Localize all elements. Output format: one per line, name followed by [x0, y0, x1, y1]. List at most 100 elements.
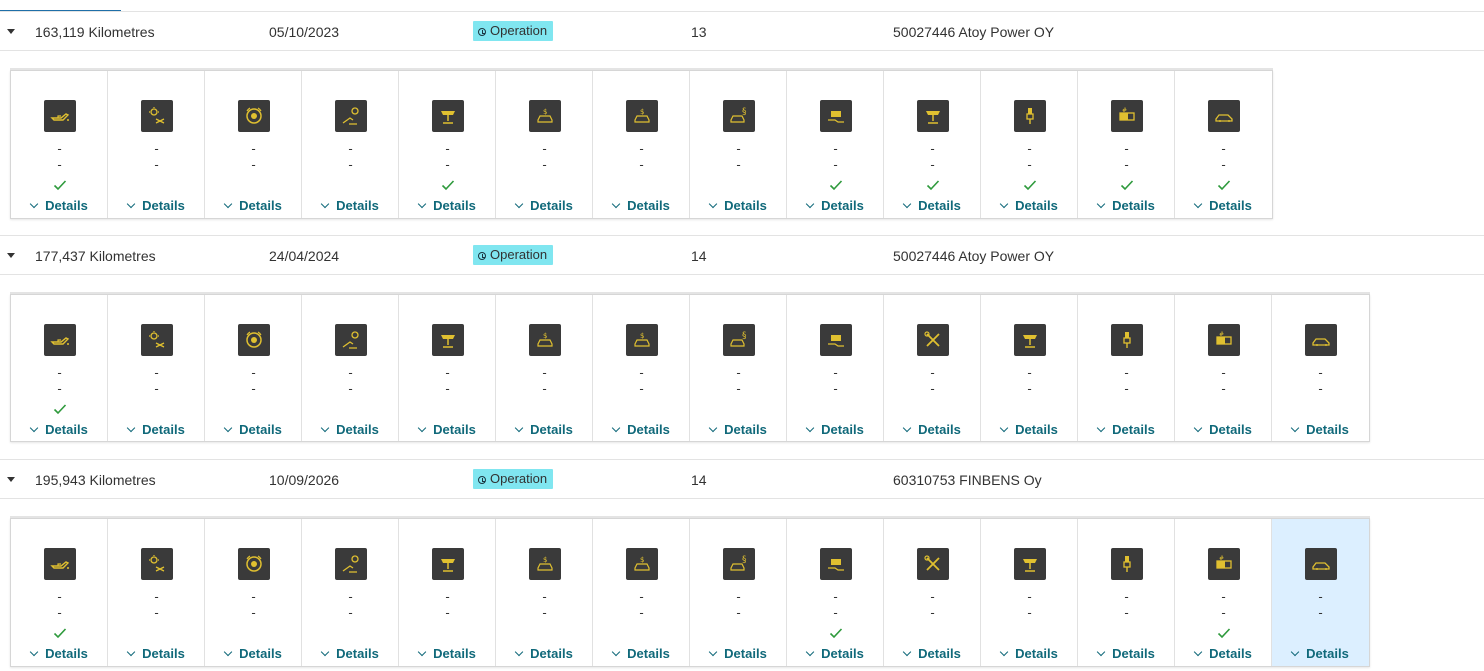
service-item-tile[interactable]: - - Details: [205, 71, 302, 218]
service-item-tile[interactable]: - - Details: [787, 71, 884, 218]
details-toggle[interactable]: Details: [690, 198, 787, 214]
details-toggle[interactable]: Details: [593, 198, 690, 214]
service-item-tile[interactable]: - - Details: [884, 519, 981, 666]
details-toggle[interactable]: Details: [302, 646, 399, 662]
service-item-tile[interactable]: $ - - Details: [593, 295, 690, 441]
collapse-caret-icon[interactable]: [7, 253, 15, 258]
details-toggle[interactable]: Details: [108, 422, 205, 438]
service-item-tile[interactable]: $ - - Details: [593, 71, 690, 218]
details-toggle[interactable]: Details: [496, 198, 593, 214]
details-toggle[interactable]: Details: [981, 198, 1078, 214]
details-label: Details: [1015, 646, 1058, 661]
service-item-tile[interactable]: - - Details: [399, 519, 496, 666]
details-toggle[interactable]: Details: [1078, 198, 1175, 214]
details-toggle[interactable]: Details: [690, 422, 787, 438]
details-toggle[interactable]: Details: [205, 198, 302, 214]
details-toggle[interactable]: Details: [1078, 646, 1175, 662]
details-toggle[interactable]: Details: [108, 646, 205, 662]
service-item-tile[interactable]: - - Details: [108, 295, 205, 441]
item-value-line-2: -: [930, 157, 935, 172]
details-toggle[interactable]: Details: [787, 646, 884, 662]
service-item-tile[interactable]: § - - Details: [690, 295, 787, 441]
service-item-tile[interactable]: - - Details: [11, 519, 108, 666]
service-item-tile[interactable]: $ - - Details: [496, 519, 593, 666]
details-toggle[interactable]: Details: [11, 646, 108, 662]
service-item-tile[interactable]: - - Details: [1175, 71, 1272, 218]
details-toggle[interactable]: Details: [1078, 422, 1175, 438]
service-item-tile[interactable]: - - Details: [981, 295, 1078, 441]
service-item-tile[interactable]: - - Details: [205, 519, 302, 666]
details-toggle[interactable]: Details: [399, 646, 496, 662]
details-toggle[interactable]: Details: [884, 646, 981, 662]
service-item-tile[interactable]: § - - Details: [690, 71, 787, 218]
vehicle-lift-icon: [917, 100, 949, 132]
details-toggle[interactable]: Details: [593, 646, 690, 662]
service-item-tile[interactable]: - - Details: [11, 71, 108, 218]
service-entry-row[interactable]: 163,119 Kilometres 05/10/2023 Operation 13 5…: [0, 11, 1484, 51]
details-toggle[interactable]: Details: [593, 422, 690, 438]
item-value-line-1: -: [57, 589, 62, 604]
service-item-tile[interactable]: - - Details: [981, 519, 1078, 666]
details-toggle[interactable]: Details: [108, 198, 205, 214]
service-item-tile[interactable]: $ - - Details: [496, 71, 593, 218]
details-toggle[interactable]: Details: [496, 646, 593, 662]
service-item-tile[interactable]: - - Details: [787, 519, 884, 666]
service-item-tile[interactable]: $ - - Details: [593, 519, 690, 666]
service-item-tile[interactable]: - - Details: [1272, 519, 1369, 666]
details-toggle[interactable]: Details: [205, 646, 302, 662]
service-item-tile[interactable]: § - - Details: [690, 519, 787, 666]
collapse-caret-icon[interactable]: [7, 477, 15, 482]
service-item-tile[interactable]: - - Details: [302, 295, 399, 441]
details-toggle[interactable]: Details: [1175, 198, 1272, 214]
service-item-tile[interactable]: - - Details: [1272, 295, 1369, 441]
details-toggle[interactable]: Details: [787, 198, 884, 214]
service-item-tile[interactable]: - - Details: [884, 295, 981, 441]
service-item-tile[interactable]: - - Details: [1078, 295, 1175, 441]
service-item-tile[interactable]: # - - Details: [1175, 295, 1272, 441]
details-toggle[interactable]: Details: [884, 198, 981, 214]
service-item-tile[interactable]: - - Details: [108, 519, 205, 666]
details-toggle[interactable]: Details: [981, 422, 1078, 438]
service-item-tile[interactable]: - - Details: [11, 295, 108, 441]
details-toggle[interactable]: Details: [787, 422, 884, 438]
item-value-line-2: -: [348, 157, 353, 172]
details-toggle[interactable]: Details: [1272, 646, 1369, 662]
details-toggle[interactable]: Details: [1175, 422, 1272, 438]
details-toggle[interactable]: Details: [399, 422, 496, 438]
service-item-tile[interactable]: $ - - Details: [496, 295, 593, 441]
details-toggle[interactable]: Details: [981, 646, 1078, 662]
service-item-tile[interactable]: - - Details: [787, 295, 884, 441]
chevron-down-icon: [1290, 647, 1300, 657]
service-item-tile[interactable]: - - Details: [108, 71, 205, 218]
details-toggle[interactable]: Details: [496, 422, 593, 438]
details-toggle[interactable]: Details: [11, 198, 108, 214]
service-item-tile[interactable]: # - - Details: [1175, 519, 1272, 666]
brake-disc-icon: [238, 548, 270, 580]
service-item-tile[interactable]: - - Details: [302, 519, 399, 666]
service-item-tile[interactable]: - - Details: [981, 71, 1078, 218]
service-item-tile[interactable]: - - Details: [205, 295, 302, 441]
details-toggle[interactable]: Details: [302, 198, 399, 214]
details-toggle[interactable]: Details: [884, 422, 981, 438]
details-toggle[interactable]: Details: [690, 646, 787, 662]
collapse-caret-icon[interactable]: [7, 29, 15, 34]
details-toggle[interactable]: Details: [1272, 422, 1369, 438]
service-item-tile[interactable]: - - Details: [399, 295, 496, 441]
service-item-tile[interactable]: - - Details: [399, 71, 496, 218]
service-entry-row[interactable]: 177,437 Kilometres 24/04/2024 Operation 14 5…: [0, 235, 1484, 275]
details-toggle[interactable]: Details: [205, 422, 302, 438]
service-item-tile[interactable]: - - Details: [302, 71, 399, 218]
service-entry-row[interactable]: 195,943 Kilometres 10/09/2026 Operation 14 6…: [0, 459, 1484, 499]
service-item-tile[interactable]: - - Details: [1078, 519, 1175, 666]
details-toggle[interactable]: Details: [11, 422, 108, 438]
details-toggle[interactable]: Details: [399, 198, 496, 214]
chevron-down-icon: [1290, 423, 1300, 433]
service-item-tile[interactable]: - - Details: [884, 71, 981, 218]
details-toggle[interactable]: Details: [302, 422, 399, 438]
details-label: Details: [1015, 198, 1058, 213]
service-item-tile[interactable]: # - - Details: [1078, 71, 1175, 218]
details-toggle[interactable]: Details: [1175, 646, 1272, 662]
item-value-line-1: -: [348, 141, 353, 156]
item-value-line-2: -: [833, 381, 838, 396]
details-label: Details: [45, 646, 88, 661]
